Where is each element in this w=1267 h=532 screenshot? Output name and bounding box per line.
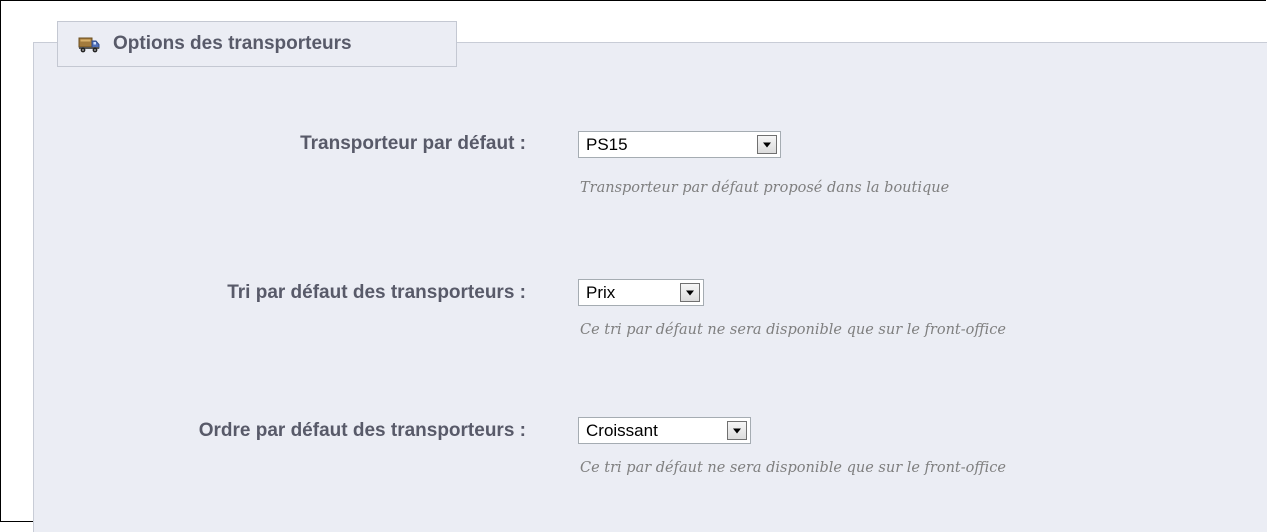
chevron-down-icon[interactable] xyxy=(757,135,777,154)
default-carrier-value: PS15 xyxy=(586,135,628,154)
truck-icon xyxy=(78,35,100,53)
default-carrier-hint: Transporteur par défaut proposé dans la … xyxy=(580,180,950,196)
chevron-down-icon[interactable] xyxy=(727,421,747,440)
carrier-sort-select[interactable]: Prix xyxy=(578,279,704,306)
default-carrier-label: Transporteur par défaut : xyxy=(300,133,526,154)
section-title: Options des transporteurs xyxy=(113,33,352,54)
carrier-order-select[interactable]: Croissant xyxy=(578,417,751,444)
default-carrier-select[interactable]: PS15 xyxy=(578,131,781,158)
section-legend: Options des transporteurs xyxy=(57,21,457,67)
carrier-order-label: Ordre par défaut des transporteurs : xyxy=(198,420,526,441)
carrier-sort-value: Prix xyxy=(586,283,616,302)
carrier-order-hint: Ce tri par défaut ne sera disponible que… xyxy=(580,460,1006,476)
carrier-sort-label: Tri par défaut des transporteurs : xyxy=(227,282,526,303)
carrier-sort-hint: Ce tri par défaut ne sera disponible que… xyxy=(580,322,1006,338)
chevron-down-icon[interactable] xyxy=(680,283,700,302)
carrier-order-value: Croissant xyxy=(586,421,658,440)
